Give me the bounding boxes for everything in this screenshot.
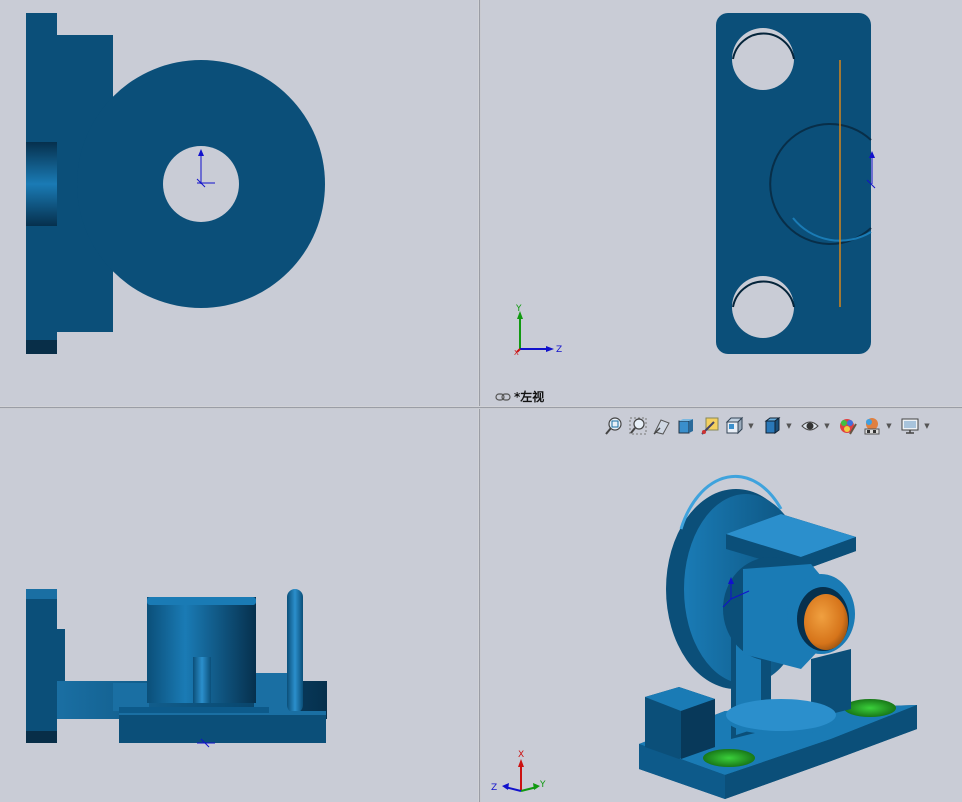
view-settings-icon xyxy=(901,418,919,434)
apply-scene-icon xyxy=(864,418,880,435)
mount-hole-bottom xyxy=(732,276,794,338)
edit-appearance-icon xyxy=(840,419,857,435)
base-slot xyxy=(26,142,57,226)
triad-x-label: X xyxy=(518,750,524,760)
mount-hole-right xyxy=(844,699,896,717)
rib-pin xyxy=(287,589,303,713)
left-view-model[interactable]: Y Z X xyxy=(481,0,962,406)
viewport-splitter-vertical[interactable] xyxy=(478,0,481,802)
apply-scene-dropdown[interactable]: ▼ xyxy=(885,415,893,437)
left-view-viewport[interactable]: Y Z X xyxy=(481,0,962,406)
front-view-viewport[interactable] xyxy=(0,0,478,406)
zoom-to-area-icon xyxy=(629,417,647,435)
previous-view-icon xyxy=(653,419,670,435)
dynamic-annotation-view-button[interactable] xyxy=(699,415,721,437)
view-name: *左视 xyxy=(514,390,545,404)
view-orientation-dropdown[interactable]: ▼ xyxy=(747,415,755,437)
triad: Y Z X xyxy=(514,304,562,357)
zoom-to-fit-button[interactable] xyxy=(603,415,625,437)
top-view-viewport[interactable] xyxy=(0,409,478,802)
heads-up-view-toolbar: ▼ ▼ ▼ ▼ ▼ xyxy=(603,414,935,438)
display-style-button[interactable] xyxy=(761,415,783,437)
zoom-to-area-button[interactable] xyxy=(627,415,649,437)
triad: X Y Z xyxy=(491,750,546,793)
isometric-model[interactable]: X Y Z xyxy=(481,409,962,802)
apply-scene-button[interactable] xyxy=(861,415,883,437)
view-orientation-icon xyxy=(725,416,744,435)
display-style-icon xyxy=(764,417,781,434)
isometric-view-viewport[interactable]: X Y Z xyxy=(481,409,962,802)
triad-y-label: Y xyxy=(539,780,546,790)
view-settings-dropdown[interactable]: ▼ xyxy=(923,415,931,437)
mount-hole-left xyxy=(703,749,755,767)
hide-show-items-button[interactable] xyxy=(799,415,821,437)
viewport-splitter-horizontal[interactable] xyxy=(0,406,962,409)
triad-z-label: Z xyxy=(491,783,497,793)
section-view-icon xyxy=(678,419,693,434)
front-view-model[interactable] xyxy=(0,0,478,406)
top-view-model[interactable] xyxy=(0,409,478,802)
section-view-button[interactable] xyxy=(675,415,697,437)
left-view-label: *左视 xyxy=(495,388,544,405)
previous-view-button[interactable] xyxy=(651,415,673,437)
hide-show-items-icon xyxy=(801,421,819,431)
edit-appearance-button[interactable] xyxy=(837,415,859,437)
mount-hole-top xyxy=(732,28,794,90)
bore-surface xyxy=(804,594,848,650)
display-style-dropdown[interactable]: ▼ xyxy=(785,415,793,437)
triad-x-label: X xyxy=(514,349,519,357)
triad-y-label: Y xyxy=(515,304,522,314)
view-orientation-button[interactable] xyxy=(723,415,745,437)
dynamic-annotation-view-icon xyxy=(701,417,719,435)
link-icon xyxy=(495,392,511,401)
view-settings-button[interactable] xyxy=(899,415,921,437)
hide-show-items-dropdown[interactable]: ▼ xyxy=(823,415,831,437)
zoom-to-fit-icon xyxy=(605,417,622,435)
triad-z-label: Z xyxy=(556,345,562,355)
